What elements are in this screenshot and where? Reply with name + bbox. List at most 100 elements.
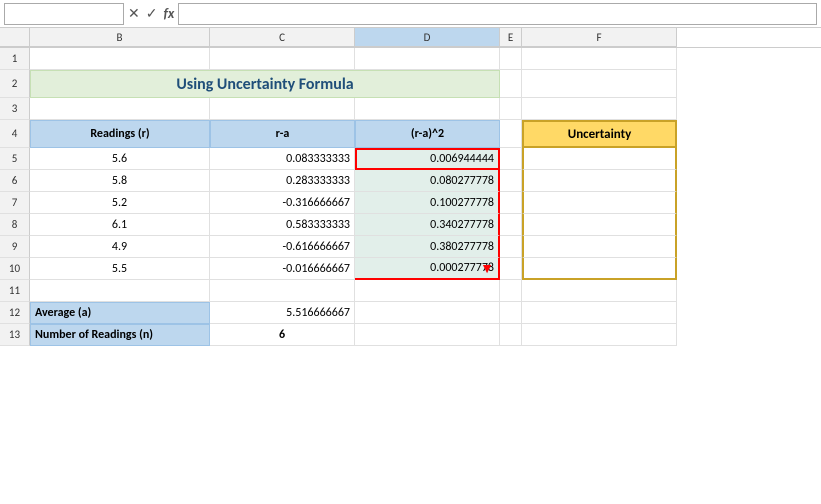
cell-b8[interactable]: 6.1 (30, 214, 210, 236)
cell-b9[interactable]: 4.9 (30, 236, 210, 258)
header-uncertainty-text: Uncertainty (568, 127, 632, 142)
row-header-1: 1 (0, 48, 30, 70)
header-readings[interactable]: Readings (r) (30, 120, 210, 148)
cell-d6[interactable]: 0.080277778 (355, 170, 500, 192)
cell-c6-text: 0.283333333 (286, 174, 350, 188)
insert-function-icon[interactable]: fx (163, 5, 174, 22)
row-12: 12 Average (a) 5.516666667 (0, 302, 821, 324)
cell-f12[interactable] (522, 302, 677, 324)
cell-c7-text: -0.316666667 (282, 196, 350, 210)
cell-d8-text: 0.340277778 (430, 218, 494, 232)
cell-c10[interactable]: -0.016666667 (210, 258, 355, 280)
header-r-minus-a-sq-text: (r-a)^2 (411, 127, 444, 141)
cell-f10[interactable] (522, 258, 677, 280)
cell-e3[interactable] (500, 98, 522, 120)
cell-f1[interactable] (522, 48, 677, 70)
cell-f9[interactable] (522, 236, 677, 258)
cell-d13[interactable] (355, 324, 500, 346)
cell-e6[interactable] (500, 170, 522, 192)
cell-c8[interactable]: 0.583333333 (210, 214, 355, 236)
cell-f7[interactable] (522, 192, 677, 214)
cell-c13[interactable]: 6 (210, 324, 355, 346)
formula-dividers: ✕ ✓ fx (128, 5, 174, 22)
cell-b5-text: 5.6 (112, 152, 127, 166)
cell-e11[interactable] (500, 280, 522, 302)
row-2: 2 Using Uncertainty Formula (0, 70, 821, 98)
cell-b9-text: 4.9 (112, 240, 127, 254)
cell-d1[interactable] (355, 48, 500, 70)
cell-e13[interactable] (500, 324, 522, 346)
cell-b5[interactable]: 5.6 (30, 148, 210, 170)
cell-f11[interactable] (522, 280, 677, 302)
cell-f5[interactable] (522, 148, 677, 170)
average-label-text: Average (a) (35, 306, 91, 320)
cell-d8[interactable]: 0.340277778 (355, 214, 500, 236)
cell-d12[interactable] (355, 302, 500, 324)
cell-e9[interactable] (500, 236, 522, 258)
cell-d10[interactable]: 0.000277778 ▼ (355, 258, 500, 280)
cell-b6-text: 5.8 (112, 174, 127, 188)
cell-d9[interactable]: 0.380277778 (355, 236, 500, 258)
cell-f2[interactable] (522, 70, 677, 98)
cell-d11[interactable] (355, 280, 500, 302)
cell-f3[interactable] (522, 98, 677, 120)
confirm-formula-icon[interactable]: ✓ (146, 5, 158, 22)
cell-c1[interactable] (210, 48, 355, 70)
cell-b3[interactable] (30, 98, 210, 120)
cell-c7[interactable]: -0.316666667 (210, 192, 355, 214)
name-box[interactable]: D5 (4, 3, 124, 25)
cell-f13[interactable] (522, 324, 677, 346)
title-cell[interactable]: Using Uncertainty Formula (30, 70, 500, 98)
cell-c9[interactable]: -0.616666667 (210, 236, 355, 258)
cell-b13[interactable]: Number of Readings (n) (30, 324, 210, 346)
formula-input[interactable]: =C5^2 (178, 3, 817, 25)
cell-e8[interactable] (500, 214, 522, 236)
row-header-6: 6 (0, 170, 30, 192)
col-header-e[interactable]: E (500, 28, 522, 47)
cell-e2[interactable] (500, 70, 522, 98)
red-arrow-icon: ▼ (480, 260, 494, 277)
col-header-c[interactable]: C (210, 28, 355, 47)
col-header-d[interactable]: D (355, 28, 500, 47)
cell-c6[interactable]: 0.283333333 (210, 170, 355, 192)
cell-b7[interactable]: 5.2 (30, 192, 210, 214)
cell-b11[interactable] (30, 280, 210, 302)
row-7: 7 5.2 -0.316666667 0.100277778 (0, 192, 821, 214)
cell-c5-text: 0.083333333 (286, 152, 350, 166)
cell-b12[interactable]: Average (a) (30, 302, 210, 324)
cell-e10[interactable] (500, 258, 522, 280)
cell-e12[interactable] (500, 302, 522, 324)
col-header-b[interactable]: B (30, 28, 210, 47)
cell-f6[interactable] (522, 170, 677, 192)
cell-b6[interactable]: 5.8 (30, 170, 210, 192)
cell-d3[interactable] (355, 98, 500, 120)
row-1: 1 (0, 48, 821, 70)
row-header-7: 7 (0, 192, 30, 214)
cell-f8[interactable] (522, 214, 677, 236)
row-13: 13 Number of Readings (n) 6 (0, 324, 821, 346)
cell-c5[interactable]: 0.083333333 (210, 148, 355, 170)
cell-e4[interactable] (500, 120, 522, 148)
header-r-minus-a-sq[interactable]: (r-a)^2 (355, 120, 500, 148)
cell-c11[interactable] (210, 280, 355, 302)
cell-c12[interactable]: 5.516666667 (210, 302, 355, 324)
cell-b10[interactable]: 5.5 (30, 258, 210, 280)
cell-e1[interactable] (500, 48, 522, 70)
col-header-f[interactable]: F (522, 28, 677, 47)
n-value-text: 6 (279, 328, 285, 342)
row-header-3: 3 (0, 98, 30, 120)
formula-bar-container: D5 ✕ ✓ fx =C5^2 (0, 0, 821, 28)
cell-d7[interactable]: 0.100277778 (355, 192, 500, 214)
cell-b1[interactable] (30, 48, 210, 70)
row-10: 10 5.5 -0.016666667 0.000277778 ▼ (0, 258, 821, 280)
cell-c3[interactable] (210, 98, 355, 120)
header-r-minus-a[interactable]: r-a (210, 120, 355, 148)
cancel-formula-icon[interactable]: ✕ (128, 5, 140, 22)
cell-e5[interactable] (500, 148, 522, 170)
header-uncertainty[interactable]: Uncertainty (522, 120, 677, 148)
header-r-minus-a-text: r-a (276, 127, 290, 141)
cell-e7[interactable] (500, 192, 522, 214)
column-headers-row: B C D E F (0, 28, 821, 48)
cell-d5[interactable]: 0.006944444 (355, 148, 500, 170)
header-readings-text: Readings (r) (90, 127, 149, 141)
